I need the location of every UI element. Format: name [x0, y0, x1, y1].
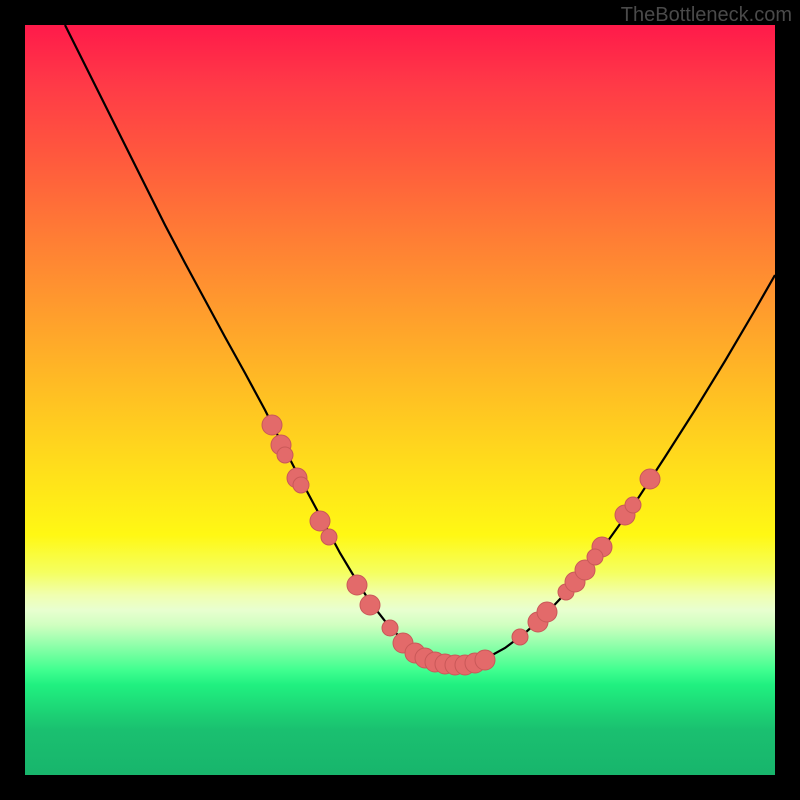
data-dot	[625, 497, 641, 513]
bottleneck-chart	[25, 25, 775, 775]
data-dot	[262, 415, 282, 435]
data-dot	[537, 602, 557, 622]
data-dot	[475, 650, 495, 670]
data-dot	[310, 511, 330, 531]
watermark-text: TheBottleneck.com	[621, 4, 792, 27]
data-dot	[277, 447, 293, 463]
data-dot	[321, 529, 337, 545]
data-dot	[360, 595, 380, 615]
v-curve	[65, 25, 775, 665]
data-dot	[347, 575, 367, 595]
data-dot	[382, 620, 398, 636]
data-dot	[640, 469, 660, 489]
data-dot	[293, 477, 309, 493]
data-dot	[587, 549, 603, 565]
data-dot	[512, 629, 528, 645]
data-dots	[262, 415, 660, 675]
